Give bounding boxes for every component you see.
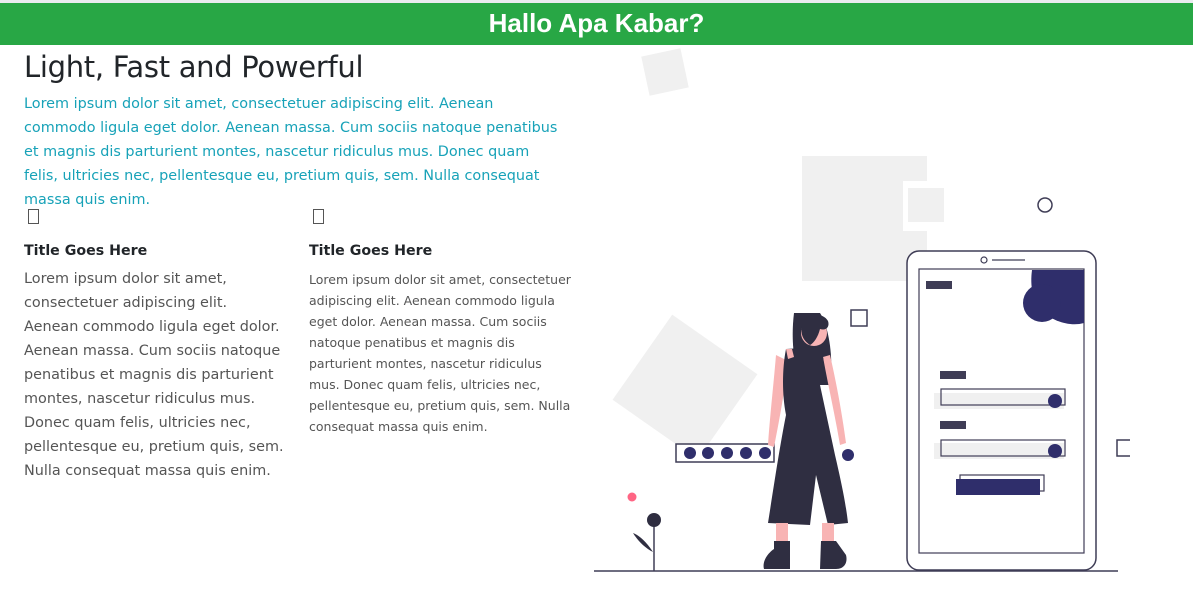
decor-square [908,188,944,222]
pink-dot [627,492,637,502]
feature-text: Lorem ipsum dolor sit amet, consectetuer… [24,271,284,479]
feature-title: Title Goes Here [24,243,148,259]
decor-square [612,314,758,460]
decor-outline-square [1116,439,1130,457]
decor-square [641,48,689,96]
plant-flower [647,513,661,527]
password-dot [684,447,696,459]
missing-glyph-icon [313,209,324,224]
password-dot [721,447,733,459]
lead-paragraph: Lorem ipsum dolor sit amet, consectetuer… [24,96,558,208]
smartphone [906,250,1097,571]
missing-glyph-icon [28,209,39,224]
banner-title: Hallo Apa Kabar? [488,8,705,38]
woman-figure [763,313,854,569]
page-title: Light, Fast and Powerful [24,50,364,84]
feature-card-1: Title Goes Here Lorem ipsum dolor sit am… [24,206,286,483]
password-dot [759,447,771,459]
feature-text: Lorem ipsum dolor sit amet, consectetuer… [309,272,571,434]
password-dot [740,447,752,459]
decor-outline-square [850,309,868,327]
feature-card-2: Title Goes Here Lorem ipsum dolor sit am… [309,206,571,437]
feature-title: Title Goes Here [309,243,433,259]
decor-circle [1037,197,1053,213]
page-banner: Hallo Apa Kabar? [0,3,1193,45]
password-dot [702,447,714,459]
plant-leaf [633,533,653,552]
login-illustration [594,48,1130,572]
